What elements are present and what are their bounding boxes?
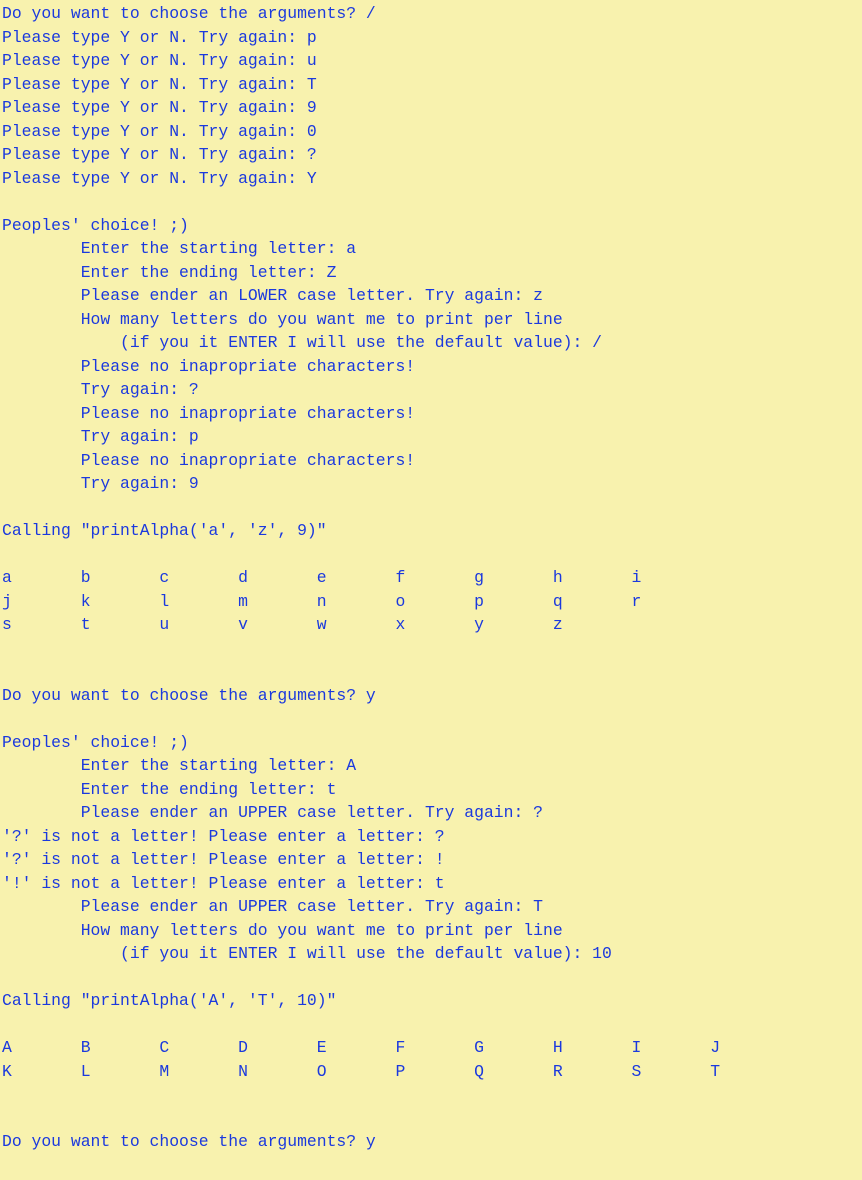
terminal-output: Do you want to choose the arguments? / P… — [0, 0, 862, 1154]
